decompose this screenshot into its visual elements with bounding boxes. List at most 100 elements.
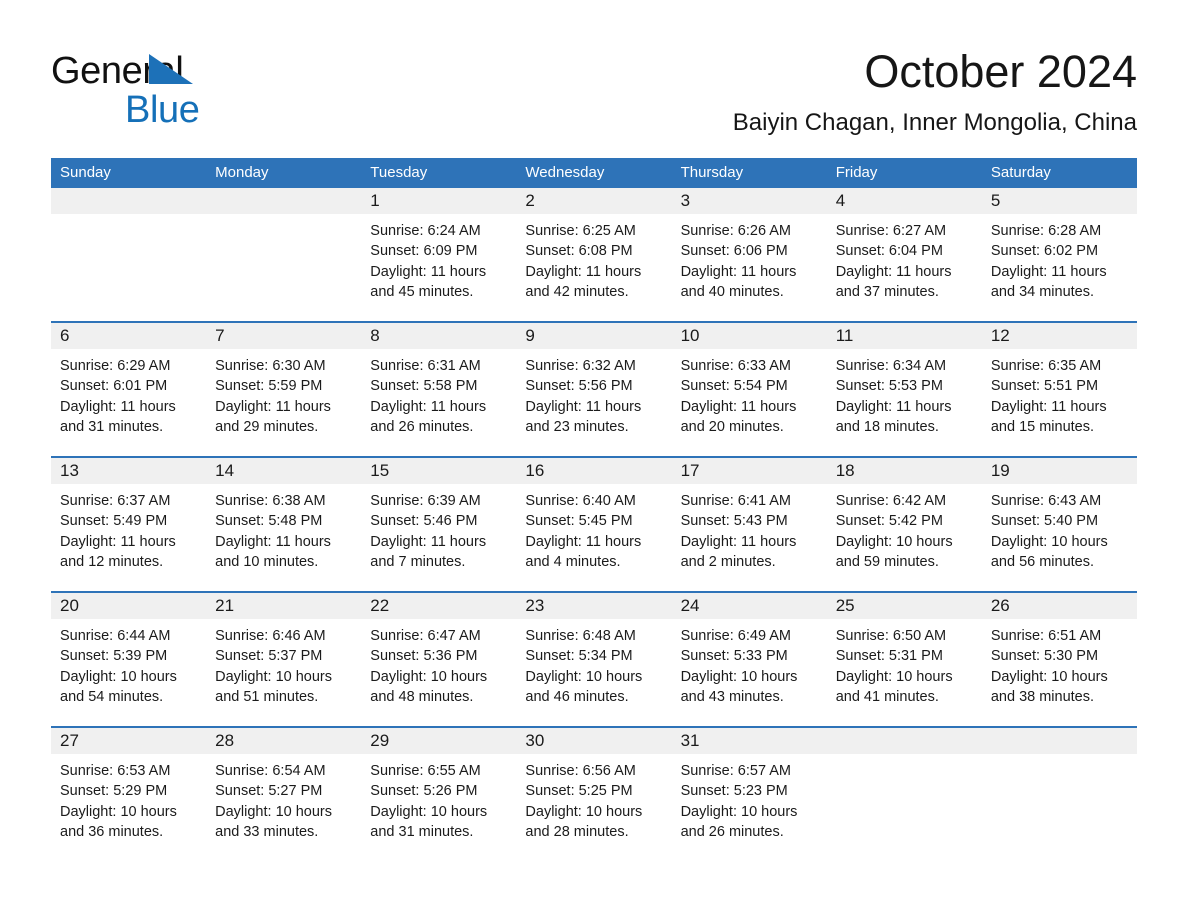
day-details: Sunrise: 6:27 AM Sunset: 6:04 PM Daylight:… <box>827 214 982 302</box>
day-number: 25 <box>826 593 982 619</box>
day-number: 7 <box>206 323 362 349</box>
sunset-text: Sunset: 5:39 PM <box>60 648 168 665</box>
day-details: Sunrise: 6:55 AM Sunset: 5:26 PM Daylight:… <box>361 754 516 842</box>
sunrise-text: Sunrise: 6:48 AM <box>525 628 636 644</box>
day-cell-inner: 23 Sunrise: 6:48 AM Sunset: 5:34 PM Dayligh… <box>516 593 672 726</box>
calendar-day-cell[interactable]: 29 Sunrise: 6:55 AM Sunset: 5:26 PM Dayligh… <box>361 726 517 850</box>
day-number: 27 <box>51 728 207 754</box>
day-number: 15 <box>361 458 517 484</box>
calendar-day-cell[interactable]: 21 Sunrise: 6:46 AM Sunset: 5:37 PM Dayligh… <box>206 591 362 727</box>
day-number <box>206 188 362 214</box>
day-cell-inner: 25 Sunrise: 6:50 AM Sunset: 5:31 PM Dayligh… <box>826 593 982 726</box>
sunset-text: Sunset: 5:56 PM <box>525 378 633 395</box>
calendar-week-row: 13 Sunrise: 6:37 AM Sunset: 5:49 PM Dayligh… <box>51 456 1137 592</box>
calendar-week-row: 1 Sunrise: 6:24 AM Sunset: 6:09 PM Daylight… <box>51 188 1137 322</box>
calendar-day-cell[interactable]: 14 Sunrise: 6:38 AM Sunset: 5:48 PM Dayligh… <box>206 456 362 592</box>
calendar-day-cell[interactable]: 28 Sunrise: 6:54 AM Sunset: 5:27 PM Dayligh… <box>206 726 362 850</box>
logo-text-blue: Blue <box>125 89 200 131</box>
sunrise-text: Sunrise: 6:29 AM <box>60 358 171 374</box>
day-cell-inner: 3 Sunrise: 6:26 AM Sunset: 6:06 PM Daylight… <box>671 188 827 321</box>
day-number: 9 <box>516 323 672 349</box>
daylight-text: Daylight: 10 hours and 33 minutes. <box>215 803 333 840</box>
calendar-day-cell[interactable]: 17 Sunrise: 6:41 AM Sunset: 5:43 PM Dayligh… <box>671 456 827 592</box>
calendar-day-cell[interactable]: 2 Sunrise: 6:25 AM Sunset: 6:08 PM Daylight… <box>516 188 672 322</box>
calendar-day-cell[interactable]: 26 Sunrise: 6:51 AM Sunset: 5:30 PM Dayligh… <box>981 591 1137 727</box>
daylight-text: Daylight: 11 hours and 10 minutes. <box>215 533 331 570</box>
daylight-text: Daylight: 11 hours and 7 minutes. <box>370 533 487 570</box>
sunrise-text: Sunrise: 6:51 AM <box>990 628 1102 644</box>
sunset-text: Sunset: 5:30 PM <box>990 648 1099 665</box>
calendar-day-cell[interactable]: 3 Sunrise: 6:26 AM Sunset: 6:06 PM Daylight… <box>671 188 827 322</box>
calendar-day-cell[interactable]: 24 Sunrise: 6:49 AM Sunset: 5:33 PM Dayligh… <box>671 591 827 727</box>
day-number: 29 <box>361 728 517 754</box>
day-number: 22 <box>361 593 517 619</box>
day-details: Sunrise: 6:50 AM Sunset: 5:31 PM Daylight:… <box>827 619 982 707</box>
calendar-table: Sunday Monday Tuesday Wednesday Thursday Frid… <box>51 158 1137 850</box>
calendar-day-cell[interactable]: 23 Sunrise: 6:48 AM Sunset: 5:34 PM Dayligh… <box>516 591 672 727</box>
sunrise-text: Sunrise: 6:37 AM <box>60 493 171 509</box>
sunrise-text: Sunrise: 6:28 AM <box>990 223 1102 239</box>
daylight-text: Daylight: 11 hours and 37 minutes. <box>835 263 952 300</box>
day-details: Sunrise: 6:28 AM Sunset: 6:02 PM Daylight:… <box>982 214 1137 302</box>
calendar-day-cell[interactable]: 16 Sunrise: 6:40 AM Sunset: 5:45 PM Dayligh… <box>516 456 672 592</box>
calendar-day-cell[interactable]: 12 Sunrise: 6:35 AM Sunset: 5:51 PM Dayligh… <box>981 321 1137 457</box>
calendar-day-cell[interactable]: 5 Sunrise: 6:28 AM Sunset: 6:02 PM Daylight… <box>981 188 1137 322</box>
sunset-text: Sunset: 6:09 PM <box>370 243 478 260</box>
sunrise-text: Sunrise: 6:32 AM <box>525 358 636 374</box>
sunset-text: Sunset: 5:45 PM <box>525 513 633 530</box>
day-number <box>51 188 207 214</box>
day-details: Sunrise: 6:32 AM Sunset: 5:56 PM Daylight:… <box>516 349 671 437</box>
day-cell-inner: 8 Sunrise: 6:31 AM Sunset: 5:58 PM Daylight… <box>361 323 517 456</box>
calendar-day-cell[interactable]: 4 Sunrise: 6:27 AM Sunset: 6:04 PM Daylight… <box>826 188 982 322</box>
calendar-week-row: 20 Sunrise: 6:44 AM Sunset: 5:39 PM Dayligh… <box>51 591 1137 727</box>
calendar-day-cell[interactable]: 11 Sunrise: 6:34 AM Sunset: 5:53 PM Dayligh… <box>826 321 982 457</box>
calendar-cell-empty <box>206 188 362 322</box>
sunrise-text: Sunrise: 6:50 AM <box>835 628 947 644</box>
daylight-text: Daylight: 10 hours and 56 minutes. <box>990 533 1108 570</box>
calendar-day-cell[interactable]: 31 Sunrise: 6:57 AM Sunset: 5:23 PM Dayligh… <box>671 726 827 850</box>
calendar-day-cell[interactable]: 30 Sunrise: 6:56 AM Sunset: 5:25 PM Dayligh… <box>516 726 672 850</box>
calendar-day-cell[interactable]: 10 Sunrise: 6:33 AM Sunset: 5:54 PM Dayligh… <box>671 321 827 457</box>
calendar-day-cell[interactable]: 27 Sunrise: 6:53 AM Sunset: 5:29 PM Dayligh… <box>51 726 207 850</box>
day-cell-inner: 30 Sunrise: 6:56 AM Sunset: 5:25 PM Dayligh… <box>516 728 672 850</box>
calendar-day-cell[interactable]: 13 Sunrise: 6:37 AM Sunset: 5:49 PM Dayligh… <box>51 456 207 592</box>
calendar-day-cell[interactable]: 1 Sunrise: 6:24 AM Sunset: 6:09 PM Daylight… <box>361 188 517 322</box>
general-blue-logo[interactable]: General Blue <box>51 52 371 132</box>
sunset-text: Sunset: 6:01 PM <box>60 378 168 395</box>
day-cell-inner <box>981 728 1137 850</box>
calendar-day-cell[interactable]: 20 Sunrise: 6:44 AM Sunset: 5:39 PM Dayligh… <box>51 591 207 727</box>
calendar-day-cell[interactable]: 25 Sunrise: 6:50 AM Sunset: 5:31 PM Dayligh… <box>826 591 982 727</box>
calendar-day-cell[interactable]: 15 Sunrise: 6:39 AM Sunset: 5:46 PM Dayligh… <box>361 456 517 592</box>
day-number: 31 <box>671 728 827 754</box>
calendar-day-cell[interactable]: 22 Sunrise: 6:47 AM Sunset: 5:36 PM Dayligh… <box>361 591 517 727</box>
day-cell-inner: 13 Sunrise: 6:37 AM Sunset: 5:49 PM Dayligh… <box>51 458 207 591</box>
day-details: Sunrise: 6:37 AM Sunset: 5:49 PM Daylight:… <box>51 484 206 572</box>
day-number: 21 <box>206 593 362 619</box>
day-details: Sunrise: 6:53 AM Sunset: 5:29 PM Daylight:… <box>51 754 206 842</box>
day-details: Sunrise: 6:42 AM Sunset: 5:42 PM Daylight:… <box>827 484 982 572</box>
sunrise-text: Sunrise: 6:34 AM <box>835 358 947 374</box>
sunrise-text: Sunrise: 6:27 AM <box>835 223 947 239</box>
calendar-day-cell[interactable]: 9 Sunrise: 6:32 AM Sunset: 5:56 PM Daylight… <box>516 321 672 457</box>
sunset-text: Sunset: 5:59 PM <box>215 378 323 395</box>
day-number <box>826 728 982 754</box>
calendar-day-cell[interactable]: 19 Sunrise: 6:43 AM Sunset: 5:40 PM Dayligh… <box>981 456 1137 592</box>
calendar-day-cell[interactable]: 18 Sunrise: 6:42 AM Sunset: 5:42 PM Dayligh… <box>826 456 982 592</box>
day-cell-inner: 31 Sunrise: 6:57 AM Sunset: 5:23 PM Dayligh… <box>671 728 827 850</box>
day-cell-inner: 2 Sunrise: 6:25 AM Sunset: 6:08 PM Daylight… <box>516 188 672 321</box>
sunset-text: Sunset: 5:51 PM <box>990 378 1099 395</box>
day-number: 14 <box>206 458 362 484</box>
calendar-day-cell[interactable]: 7 Sunrise: 6:30 AM Sunset: 5:59 PM Daylight… <box>206 321 362 457</box>
day-cell-inner: 10 Sunrise: 6:33 AM Sunset: 5:54 PM Dayligh… <box>671 323 827 456</box>
sunrise-text: Sunrise: 6:24 AM <box>370 223 481 239</box>
sunset-text: Sunset: 6:02 PM <box>990 243 1099 260</box>
day-details: Sunrise: 6:48 AM Sunset: 5:34 PM Daylight:… <box>516 619 671 707</box>
day-cell-inner: 11 Sunrise: 6:34 AM Sunset: 5:53 PM Dayligh… <box>826 323 982 456</box>
day-number: 1 <box>361 188 517 214</box>
calendar-day-cell[interactable]: 8 Sunrise: 6:31 AM Sunset: 5:58 PM Daylight… <box>361 321 517 457</box>
sunset-text: Sunset: 5:42 PM <box>835 513 943 530</box>
daylight-text: Daylight: 11 hours and 31 minutes. <box>60 398 176 435</box>
sunset-text: Sunset: 5:23 PM <box>680 783 788 800</box>
day-number: 20 <box>51 593 207 619</box>
calendar-day-cell[interactable]: 6 Sunrise: 6:29 AM Sunset: 6:01 PM Daylight… <box>51 321 207 457</box>
